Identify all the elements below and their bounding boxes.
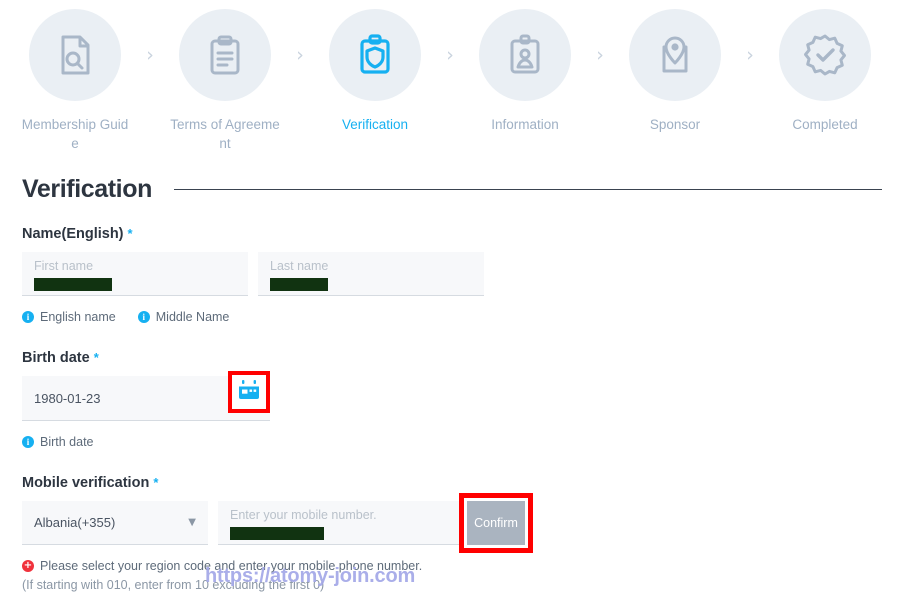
sidebar-step-sponsor[interactable]: Sponsor (613, 9, 737, 134)
chevron-down-icon: ▼ (188, 517, 196, 528)
mobile-verification-field-group: Mobile verification * Albania(+355) ▼ En… (22, 475, 878, 592)
birth-date-input[interactable]: 1980-01-23 (22, 371, 270, 421)
hint-birth-date[interactable]: i Birth date (22, 435, 94, 449)
hint-label: English name (40, 310, 116, 324)
mobile-error-line: + Please select your region code and ent… (22, 559, 878, 573)
step-circle (329, 9, 421, 101)
step-label: Sponsor (649, 117, 701, 132)
clipboard-lines-icon (201, 31, 249, 79)
last-name-placeholder: Last name (270, 259, 329, 273)
confirm-button-highlight: Confirm (459, 493, 533, 553)
page-title: Verification (22, 175, 152, 203)
step-label: Completed (792, 117, 858, 132)
step-label: Terms of Agreement (170, 117, 280, 151)
mobile-number-placeholder: Enter your mobile number. (230, 508, 377, 522)
name-hints: i English name i Middle Name (22, 310, 878, 324)
name-field-label: Name(English) * (22, 226, 878, 242)
sidebar-step-completed[interactable]: Completed (763, 9, 887, 134)
calendar-icon[interactable] (237, 378, 261, 407)
last-name-input[interactable]: Last name (258, 252, 484, 296)
birth-date-field-group: Birth date * 1980-01-23 i Birth date (22, 350, 878, 449)
calendar-button-highlight (228, 371, 270, 413)
mobile-verification-label: Mobile verification * (22, 475, 878, 491)
page-header: Verification (22, 175, 882, 204)
hint-middle-name[interactable]: i Middle Name (137, 310, 230, 324)
name-label-text: Name(English) (22, 226, 124, 242)
mobile-note-text: (If starting with 010, enter from 10 exc… (22, 578, 325, 592)
mobile-number-input[interactable]: Enter your mobile number. (218, 501, 470, 545)
name-inputs-row: First name Last name (22, 252, 878, 296)
birth-date-hints: i Birth date (22, 435, 878, 449)
last-name-redaction (270, 278, 328, 291)
first-name-placeholder: First name (34, 259, 94, 273)
progress-stepper: Membership Guide › Terms of Agreement › (0, 0, 900, 153)
header-divider (173, 189, 882, 190)
first-name-input[interactable]: First name (22, 252, 248, 296)
hint-english-name[interactable]: i English name (22, 310, 116, 324)
error-plus-icon: + (22, 560, 34, 572)
step-circle (179, 9, 271, 101)
country-code-value: Albania(+355) (34, 515, 116, 530)
id-card-icon (501, 31, 549, 79)
mobile-number-redaction (230, 527, 324, 540)
clipboard-shield-icon (351, 31, 399, 79)
sidebar-step-verification[interactable]: Verification (313, 9, 437, 134)
birth-date-label: Birth date * (22, 350, 878, 366)
map-pin-icon (651, 31, 699, 79)
step-label: Information (491, 117, 559, 132)
hint-label: Birth date (40, 435, 94, 449)
step-circle (629, 9, 721, 101)
step-circle (29, 9, 121, 101)
step-circle (479, 9, 571, 101)
info-icon: i (22, 436, 34, 448)
sidebar-step-terms-of-agreement[interactable]: Terms of Agreement (163, 9, 287, 153)
chevron-right-icon: › (146, 44, 154, 66)
step-label: Verification (341, 117, 409, 132)
chevron-right-icon: › (746, 44, 754, 66)
mobile-help-text: + Please select your region code and ent… (22, 559, 878, 592)
required-asterisk: * (93, 350, 99, 365)
mobile-inputs-row: Albania(+355) ▼ Enter your mobile number… (22, 493, 878, 553)
name-field-group: Name(English) * First name Last name i E… (22, 226, 878, 324)
sidebar-step-membership-guide[interactable]: Membership Guide (13, 9, 137, 153)
mobile-label-text: Mobile verification (22, 475, 150, 491)
chevron-right-icon: › (446, 44, 454, 66)
info-icon: i (137, 311, 150, 323)
confirm-button[interactable]: Confirm (467, 501, 525, 545)
step-circle (779, 9, 871, 101)
required-asterisk: * (127, 226, 133, 241)
birth-label-text: Birth date (22, 350, 90, 366)
chevron-right-icon: › (296, 44, 304, 66)
verification-form: Name(English) * First name Last name i E… (0, 226, 900, 592)
document-search-icon (51, 31, 99, 79)
info-icon: i (22, 311, 34, 323)
required-asterisk: * (153, 475, 159, 490)
mobile-error-text: Please select your region code and enter… (40, 559, 423, 573)
chevron-right-icon: › (596, 44, 604, 66)
first-name-redaction (34, 278, 112, 291)
badge-check-icon (801, 31, 849, 79)
country-code-select[interactable]: Albania(+355) ▼ (22, 501, 208, 545)
step-label: Membership Guide (21, 117, 129, 151)
hint-label: Middle Name (155, 310, 230, 324)
sidebar-step-information[interactable]: Information (463, 9, 587, 134)
